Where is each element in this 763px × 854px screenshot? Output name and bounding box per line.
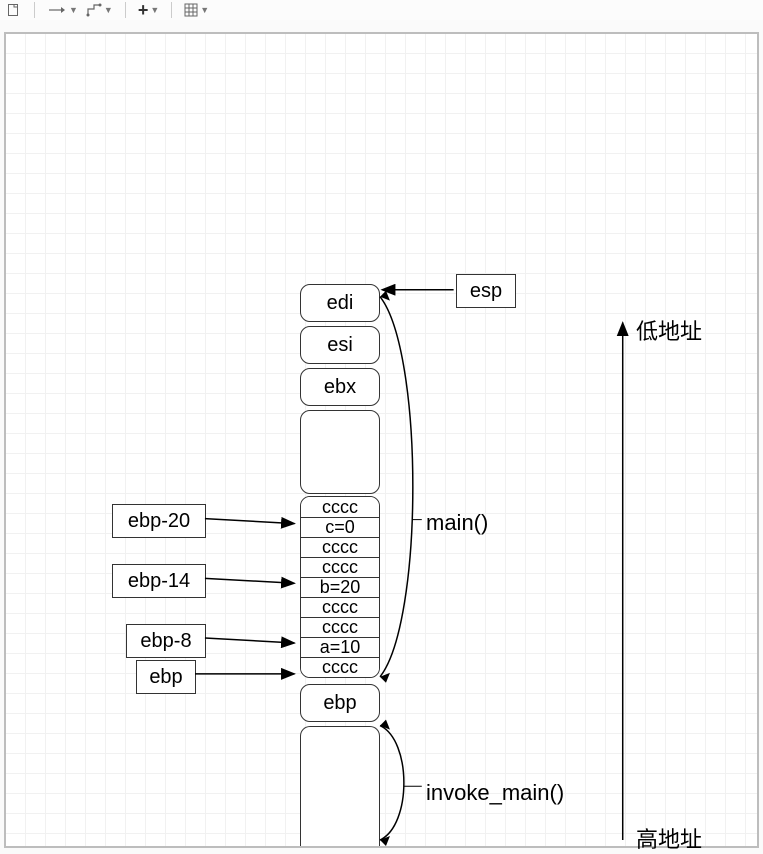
stack-invoke: [300, 726, 380, 846]
high-address-label: 高地址: [636, 822, 702, 854]
add-icon[interactable]: + ▼: [138, 2, 159, 18]
arrow-icon[interactable]: ▼: [47, 2, 78, 18]
ebp-8-label: ebp-8: [126, 624, 206, 658]
stack-ebx: ebx: [300, 368, 380, 406]
stack-slot: cccc: [301, 597, 379, 617]
stack-slots: cccc c=0 cccc cccc b=20 cccc cccc a=10 c…: [300, 496, 380, 678]
stack-slot: cccc: [301, 617, 379, 637]
page-icon[interactable]: [4, 2, 22, 18]
stack-slot: cccc: [301, 657, 379, 677]
low-address-label: 低地址: [636, 314, 702, 346]
esp-label: esp: [456, 274, 516, 308]
grid-icon[interactable]: ▼: [184, 2, 209, 18]
invoke-annotation: invoke_main(): [426, 780, 564, 806]
toolbar: ▼ ▼ + ▼ ▼: [0, 0, 763, 20]
stack-gap: [300, 410, 380, 494]
connector-icon[interactable]: ▼: [86, 2, 113, 18]
stack-slot: cccc: [301, 557, 379, 577]
ebp-label: ebp: [136, 660, 196, 694]
ebp-14-label: ebp-14: [112, 564, 206, 598]
stack-slot: cccc: [301, 537, 379, 557]
stack-slot: cccc: [301, 497, 379, 517]
ebp-20-label: ebp-20: [112, 504, 206, 538]
stack-slot: c=0: [301, 517, 379, 537]
canvas[interactable]: esp edi esi ebx cccc c=0 cccc cccc b=20 …: [4, 32, 759, 848]
stack-esi: esi: [300, 326, 380, 364]
stack-edi: edi: [300, 284, 380, 322]
arrows-overlay: [6, 34, 757, 846]
stack-slot: b=20: [301, 577, 379, 597]
canvas-wrap: esp edi esi ebx cccc c=0 cccc cccc b=20 …: [0, 32, 763, 848]
stack-slot: a=10: [301, 637, 379, 657]
stack-ebp-cell: ebp: [300, 684, 380, 722]
main-annotation: main(): [426, 510, 488, 536]
